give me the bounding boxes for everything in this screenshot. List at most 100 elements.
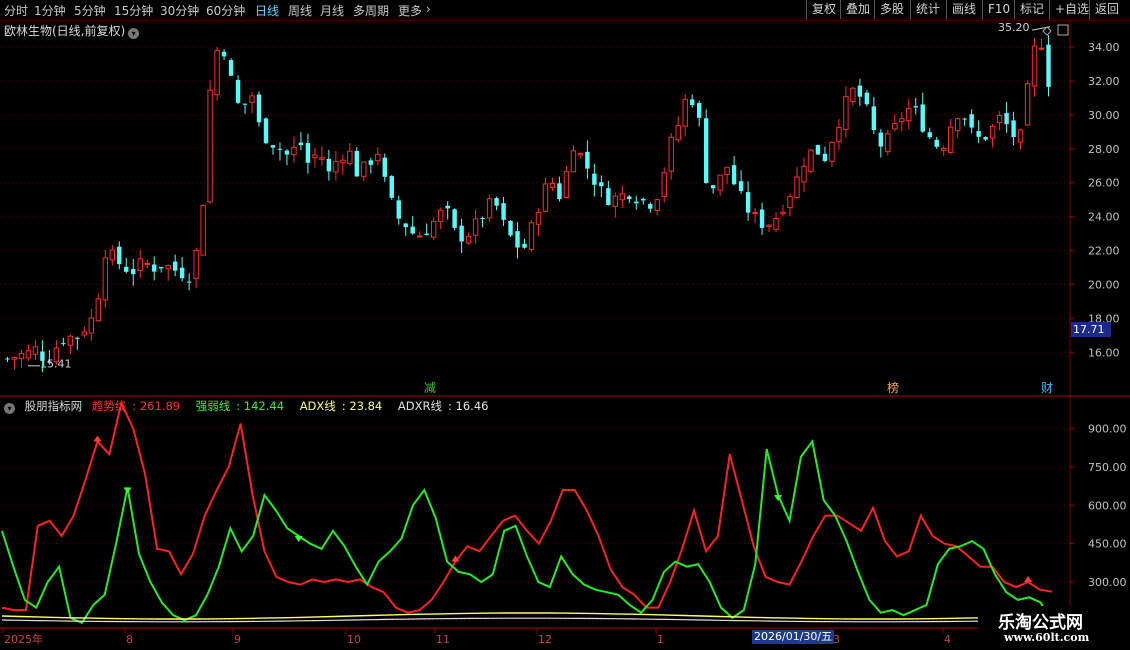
candle-body — [801, 165, 807, 183]
candle-body — [766, 224, 772, 228]
candle-body — [703, 118, 709, 183]
period-tab-60min[interactable]: 60分钟 — [206, 2, 245, 19]
candle-body — [131, 269, 136, 275]
candle-body — [277, 148, 283, 150]
candle-body — [61, 343, 66, 345]
candle-body — [263, 118, 269, 144]
candle-body — [375, 153, 381, 162]
legend-strength: 强弱线: 142.44 — [195, 399, 285, 413]
legend-adxr: ADXR线: 16.46 — [397, 399, 489, 413]
multi-stock-button[interactable]: 多股 — [874, 0, 909, 19]
candle-body — [424, 233, 429, 236]
high-price-label: 35.20 — [998, 21, 1030, 34]
candle-body — [361, 161, 367, 177]
candle-body — [117, 246, 122, 265]
more-chevron-icon[interactable]: › — [426, 2, 431, 16]
candle-body — [892, 122, 898, 130]
statistics-button[interactable]: 统计 — [910, 0, 945, 19]
kline-chart[interactable]: 16.0018.0020.0022.0024.0026.0028.0030.00… — [0, 20, 1130, 650]
x-tick-label: 12 — [538, 633, 552, 646]
candle-body — [508, 220, 513, 236]
legend-adx: ADX线: 23.84 — [299, 399, 383, 413]
add-favorite-button[interactable]: +自选 — [1049, 0, 1094, 19]
event-marker-2: 财 — [1041, 381, 1053, 395]
candle-body — [592, 173, 597, 185]
candle-body — [95, 298, 102, 322]
candle-body — [144, 262, 150, 265]
candle-body — [542, 183, 549, 212]
candle-body — [976, 131, 981, 137]
candle-body — [696, 103, 702, 118]
main-y-tick-label: 32.00 — [1088, 75, 1120, 88]
candle-body — [11, 356, 18, 360]
candle-body — [152, 264, 157, 272]
candle-body — [452, 209, 457, 228]
candle-body — [207, 89, 213, 203]
back-button[interactable]: 返回 — [1089, 0, 1124, 19]
legend-trend: 趋势线: 261.89 — [91, 399, 181, 413]
low-price-label: 15.41 — [40, 358, 72, 371]
period-tab-weekly[interactable]: 周线 — [288, 2, 312, 19]
candle-body — [871, 106, 877, 131]
chevron-down-icon[interactable]: ▾ — [4, 403, 15, 414]
candle-body — [340, 159, 346, 164]
candle-body — [717, 174, 723, 191]
main-y-tick-label: 26.00 — [1088, 177, 1120, 190]
mark-button[interactable]: 标记 — [1014, 0, 1049, 19]
x-tick-label: 9 — [234, 633, 241, 646]
chevron-down-icon[interactable]: ▾ — [128, 28, 140, 39]
candle-body — [535, 211, 542, 225]
candle-body — [221, 51, 227, 57]
candle-body — [235, 79, 241, 103]
period-tab-daily[interactable]: 日线 — [255, 2, 279, 19]
period-tab-more[interactable]: 更多 — [398, 2, 422, 19]
legend-strength-name: 强弱线 — [195, 399, 231, 413]
event-marker-0: 减 — [424, 381, 436, 395]
x-tick-label: 2025年 — [4, 632, 43, 646]
candle-body — [312, 154, 318, 159]
candle-body — [270, 145, 276, 148]
legend-trend-name: 趋势线 — [91, 399, 127, 413]
candle-body — [1011, 120, 1016, 138]
period-tab-15min[interactable]: 15分钟 — [114, 2, 153, 19]
candle-body — [1024, 83, 1031, 126]
candle-body — [326, 158, 332, 172]
candle-body — [689, 99, 695, 106]
candle-body — [284, 150, 290, 155]
candle-body — [947, 126, 954, 153]
candle-body — [430, 220, 437, 238]
draw-line-button[interactable]: 画线 — [946, 0, 981, 19]
candle-body — [563, 171, 570, 198]
period-tab-multi[interactable]: 多周期 — [353, 2, 389, 19]
main-y-tick-label: 22.00 — [1088, 245, 1120, 258]
period-tab-5min[interactable]: 5分钟 — [74, 2, 106, 19]
candle-body — [228, 60, 234, 76]
candle-body — [682, 98, 688, 127]
candle-body — [627, 196, 632, 200]
candle-body — [172, 261, 178, 271]
legend-adx-value: 23.84 — [349, 399, 383, 413]
restore-rights-button[interactable]: 复权 — [806, 0, 841, 19]
candle-body — [822, 153, 828, 161]
candle-body — [102, 257, 109, 301]
candle-body — [731, 165, 737, 185]
candle-body — [577, 153, 584, 156]
candle-body — [333, 160, 339, 173]
candle-body — [585, 151, 590, 169]
candle-body — [675, 124, 681, 141]
watermark-url: www.60lt.com — [1004, 631, 1090, 644]
x-tick-label: 11 — [436, 633, 450, 646]
period-tab-fenshi[interactable]: 分时 — [4, 2, 28, 19]
signal-arrow-up — [93, 435, 102, 442]
x-tick-label: 10 — [347, 633, 361, 646]
candle-body — [906, 108, 912, 122]
candle-body — [522, 243, 527, 248]
period-tab-monthly[interactable]: 月线 — [320, 2, 344, 19]
candle-body — [864, 92, 870, 105]
period-tab-30min[interactable]: 30分钟 — [160, 2, 199, 19]
overlay-button[interactable]: 叠加 — [840, 0, 875, 19]
period-tab-1min[interactable]: 1分钟 — [34, 2, 66, 19]
candle-body — [1046, 44, 1051, 87]
candle-body — [787, 195, 793, 209]
f10-button[interactable]: F10 — [982, 0, 1015, 19]
